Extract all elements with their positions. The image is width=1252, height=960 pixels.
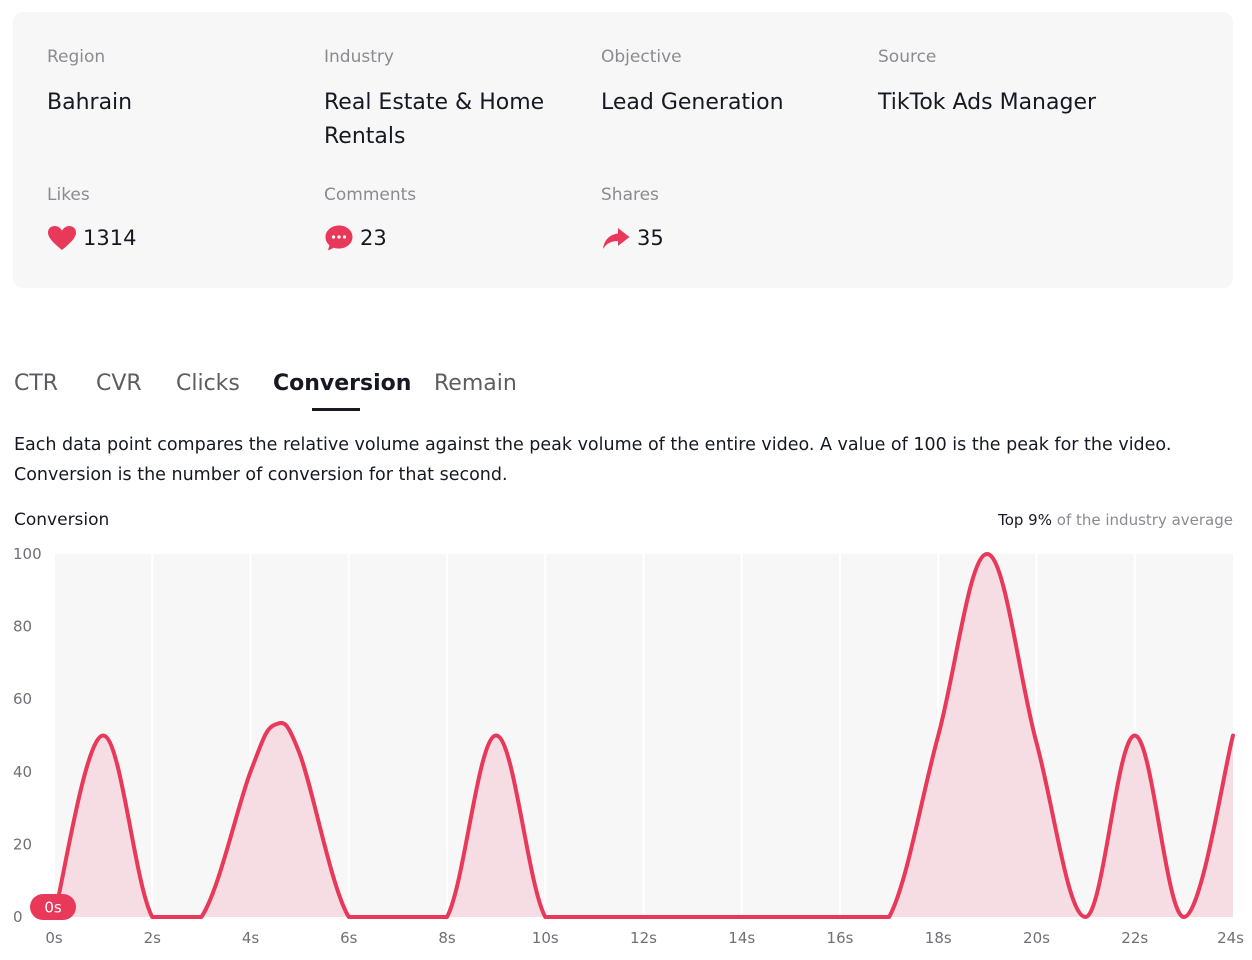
rank-value: Top 9%	[998, 511, 1052, 529]
ad-details-card: Region Bahrain Industry Real Estate & Ho…	[13, 12, 1233, 288]
x-tick-label: 6s	[340, 929, 358, 947]
x-tick-label: 16s	[827, 929, 854, 947]
likes-label: Likes	[47, 185, 90, 205]
x-tick-label: 22s	[1121, 929, 1148, 947]
y-tick-label: 40	[13, 763, 32, 781]
tab-cvr[interactable]: CVR	[96, 366, 142, 402]
industry-value-line1: Real Estate & Home	[324, 90, 545, 115]
shares-field: Shares 35	[601, 184, 664, 252]
y-tick-label: 60	[13, 690, 32, 708]
source-field: Source TikTok Ads Manager	[878, 46, 1096, 120]
y-tick-label: 0	[13, 908, 23, 926]
source-value: TikTok Ads Manager	[878, 90, 1097, 115]
playhead-label: 0s	[44, 899, 62, 917]
source-label: Source	[878, 47, 937, 67]
objective-label: Objective	[601, 47, 682, 67]
region-label: Region	[47, 47, 106, 67]
shares-label: Shares	[601, 185, 659, 205]
x-tick-label: 4s	[242, 929, 260, 947]
comments-field: Comments 23	[324, 184, 416, 252]
likes-field: Likes 1314	[47, 184, 136, 252]
x-tick-label: 0s	[45, 929, 63, 947]
industry-value-line2: Rentals	[324, 124, 406, 149]
objective-value: Lead Generation	[601, 90, 784, 115]
industry-value: Real Estate & Home Rentals	[324, 86, 544, 154]
industry-field: Industry Real Estate & Home Rentals	[324, 46, 544, 154]
chart-description: Each data point compares the relative vo…	[14, 430, 1234, 490]
description-line1: Each data point compares the relative vo…	[14, 435, 1172, 455]
description-line2: Conversion is the number of conversion f…	[14, 465, 508, 485]
x-tick-label: 20s	[1023, 929, 1050, 947]
comments-label: Comments	[324, 185, 417, 205]
chart-title: Conversion	[14, 510, 110, 530]
heart-icon	[47, 225, 77, 251]
rank-caption: of the industry average	[1056, 511, 1233, 529]
region-value: Bahrain	[47, 90, 133, 115]
tab-remain[interactable]: Remain	[434, 366, 517, 402]
x-tick-label: 18s	[925, 929, 952, 947]
tab-conversion[interactable]: Conversion	[273, 366, 411, 402]
active-tab-indicator	[312, 408, 360, 411]
x-tick-label: 10s	[532, 929, 559, 947]
y-tick-label: 80	[13, 618, 32, 636]
industry-rank: Top 9% of the industry average	[998, 510, 1233, 530]
industry-label: Industry	[324, 47, 394, 67]
y-tick-label: 20	[13, 835, 32, 853]
tab-ctr[interactable]: CTR	[14, 366, 58, 402]
comment-bubble-icon	[324, 224, 354, 252]
tab-clicks[interactable]: Clicks	[176, 366, 240, 402]
x-tick-label: 24s	[1217, 929, 1244, 947]
y-tick-label: 100	[13, 545, 42, 563]
shares-value: 35	[637, 226, 664, 250]
x-tick-label: 8s	[438, 929, 456, 947]
conversion-chart[interactable]: 0 20 40 60 80 100 0s 2s 4s 6s 8s 10s 12s 14s 16s 18s 20…	[0, 540, 1252, 956]
x-tick-label: 12s	[630, 929, 657, 947]
likes-value: 1314	[83, 226, 137, 250]
share-arrow-icon	[601, 225, 631, 251]
comments-value: 23	[360, 226, 387, 250]
region-field: Region Bahrain	[47, 46, 132, 120]
x-tick-label: 14s	[728, 929, 755, 947]
x-tick-label: 2s	[144, 929, 162, 947]
objective-field: Objective Lead Generation	[601, 46, 784, 120]
